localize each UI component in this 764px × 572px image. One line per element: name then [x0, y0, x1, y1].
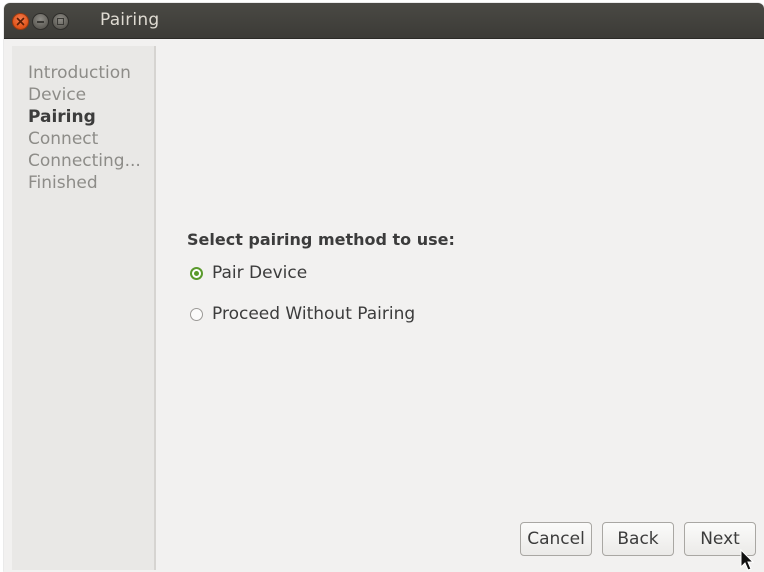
proceed-without-pairing-radio[interactable]	[190, 307, 203, 321]
steps-sidebar: Introduction Device Pairing Connect Conn…	[12, 46, 156, 570]
maximize-icon[interactable]	[52, 13, 69, 30]
sidebar-step-introduction: Introduction	[28, 63, 131, 83]
cancel-button[interactable]: Cancel	[520, 522, 592, 556]
close-icon[interactable]	[12, 13, 29, 30]
pairing-method-heading: Select pairing method to use:	[187, 230, 455, 249]
minimize-icon[interactable]	[32, 13, 49, 30]
pairing-window: Pairing Introduction Device Pairing Conn…	[4, 3, 764, 572]
mouse-pointer-icon	[740, 549, 754, 571]
title-bar[interactable]: Pairing	[4, 3, 764, 39]
sidebar-step-connect: Connect	[28, 129, 99, 149]
sidebar-step-finished: Finished	[28, 173, 98, 193]
back-button[interactable]: Back	[602, 522, 674, 556]
window-title: Pairing	[100, 10, 160, 30]
proceed-without-pairing-option[interactable]: Proceed Without Pairing	[190, 303, 415, 325]
pair-device-label[interactable]: Pair Device	[212, 263, 307, 283]
pair-device-radio[interactable]	[190, 266, 203, 280]
sidebar-step-pairing: Pairing	[28, 107, 96, 127]
sidebar-step-device: Device	[28, 85, 87, 105]
proceed-without-pairing-label[interactable]: Proceed Without Pairing	[212, 304, 415, 324]
sidebar-step-connecting: Connecting...	[28, 151, 141, 171]
pair-device-option[interactable]: Pair Device	[190, 262, 307, 284]
